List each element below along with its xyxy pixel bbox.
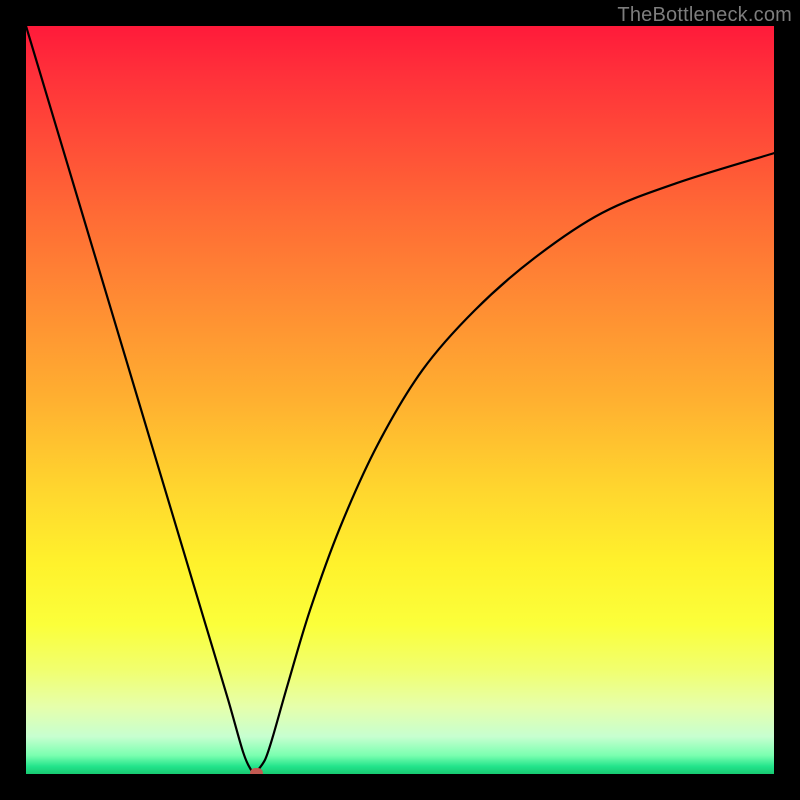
plot-area <box>26 26 774 774</box>
curve-layer <box>26 26 774 774</box>
watermark-text: TheBottleneck.com <box>617 4 792 27</box>
chart-frame: TheBottleneck.com <box>0 0 800 800</box>
bottleneck-point-marker <box>250 768 263 774</box>
bottleneck-curve <box>26 26 774 774</box>
